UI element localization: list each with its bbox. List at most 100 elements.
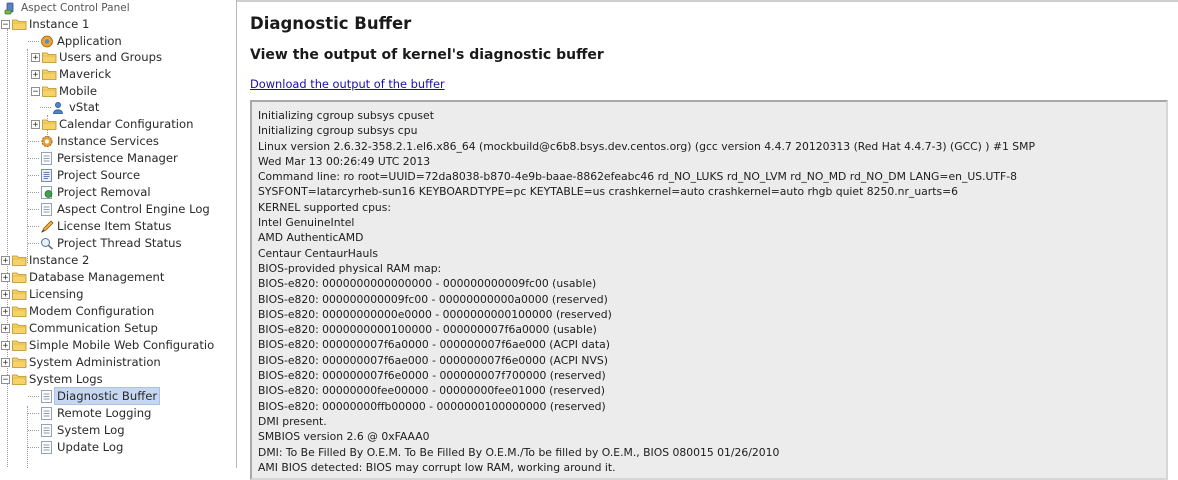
tree-item-project-source[interactable]: Project Source	[40, 167, 140, 183]
buffer-line: Linux version 2.6.32-358.2.1.el6.x86_64 …	[258, 139, 1035, 153]
tree-guide-line	[27, 49, 28, 263]
buffer-line: KERNEL supported cpus:	[258, 200, 392, 214]
tree-item-persistence-manager[interactable]: Persistence Manager	[40, 150, 178, 166]
folder-icon	[12, 254, 27, 267]
tree-guide-line	[40, 107, 51, 108]
folder-icon	[12, 271, 27, 284]
tree-item-update-log[interactable]: Update Log	[40, 439, 123, 455]
tree-item-label: System Log	[57, 423, 125, 437]
tree-item-database-management[interactable]: + Database Management	[1, 269, 164, 285]
expand-icon[interactable]: +	[1, 357, 10, 367]
removal-icon	[40, 185, 55, 199]
tree-item-communication-setup[interactable]: + Communication Setup	[1, 320, 158, 336]
expand-icon[interactable]: +	[1, 306, 10, 316]
tree-item-label: Maverick	[59, 67, 112, 81]
tree-item-aspect-control-engine-log[interactable]: Aspect Control Engine Log	[40, 201, 210, 217]
tree-item-label: Project Source	[57, 168, 141, 182]
tree-guide-line	[28, 447, 39, 448]
tree-item-simple-mobile-web-configuratio[interactable]: + Simple Mobile Web Configuratio	[1, 337, 214, 353]
expand-icon[interactable]: +	[1, 289, 10, 299]
tree-item-maverick[interactable]: + Maverick	[31, 66, 111, 82]
tree-item-mobile[interactable]: − Mobile	[31, 83, 97, 99]
tree-item-label: Diagnostic Buffer	[53, 387, 161, 405]
buffer-line: BIOS-e820: 00000000ffb00000 - 0000000100…	[258, 399, 606, 413]
buffer-line: SMBIOS version 2.6 @ 0xFAAA0	[258, 430, 430, 444]
tree-item-calendar-configuration[interactable]: + Calendar Configuration	[31, 116, 193, 132]
application-icon	[40, 35, 55, 48]
tree-item-licensing[interactable]: + Licensing	[1, 286, 84, 302]
tree-item-project-removal[interactable]: Project Removal	[40, 184, 151, 200]
tree-item-modem-configuration[interactable]: + Modem Configuration	[1, 303, 154, 319]
buffer-line: BIOS-e820: 0000000000000000 - 0000000000…	[258, 277, 597, 291]
expand-icon[interactable]: +	[31, 119, 40, 129]
source-document-icon	[40, 168, 55, 182]
tree-item-label: Remote Logging	[57, 406, 152, 420]
diagnostic-buffer-output[interactable]: Initializing cgroup subsys cpuset Initial…	[250, 100, 1168, 480]
buffer-line: Centaur CentaurHauls	[258, 246, 378, 260]
page-subtitle: View the output of kernel's diagnostic b…	[250, 47, 604, 63]
buffer-line: BIOS-e820: 000000007f6e0000 - 000000007f…	[258, 369, 606, 383]
collapse-icon[interactable]: −	[31, 86, 40, 96]
document-page-icon	[40, 202, 55, 216]
tree-item-license-item-status[interactable]: License Item Status	[40, 218, 171, 234]
folder-icon	[12, 322, 27, 335]
download-buffer-link[interactable]: Download the output of the buffer	[250, 77, 445, 91]
tree-item-instance-services[interactable]: Instance Services	[40, 133, 159, 149]
document-page-icon	[40, 151, 55, 165]
tree-guide-line	[28, 396, 39, 397]
tree-item-instance-1[interactable]: − Instance 1	[1, 16, 89, 32]
folder-icon	[42, 51, 57, 64]
expand-icon[interactable]: +	[1, 323, 10, 333]
document-page-icon	[40, 440, 55, 454]
top-border	[237, 0, 1178, 2]
tree-item-label: Update Log	[57, 440, 124, 454]
buffer-line: AMD AuthenticAMD	[258, 231, 364, 245]
tree-guide-line	[27, 406, 28, 468]
buffer-line: BIOS-provided physical RAM map:	[258, 261, 442, 275]
tree-item-label: Calendar Configuration	[59, 117, 194, 131]
tree-guide-line	[28, 192, 39, 193]
user-icon	[52, 101, 67, 114]
tree-guide-line	[7, 29, 8, 468]
tree-guide-line	[28, 41, 39, 42]
tree-item-system-log[interactable]: System Log	[40, 422, 125, 438]
tree-guide-line	[28, 175, 39, 176]
buffer-line: Initializing cgroup subsys cpuset	[258, 109, 434, 122]
tree-item-system-logs[interactable]: − System Logs	[1, 371, 103, 387]
expand-icon[interactable]: +	[1, 255, 10, 265]
buffer-line: Initializing cgroup subsys cpu	[258, 124, 418, 138]
expand-icon[interactable]: +	[1, 272, 10, 282]
tree-guide-line	[28, 243, 39, 244]
expand-icon[interactable]: +	[1, 340, 10, 350]
folder-icon	[12, 356, 27, 369]
tree-item-instance-2[interactable]: + Instance 2	[1, 252, 89, 268]
tree-item-label: Simple Mobile Web Configuratio	[29, 338, 215, 352]
services-gear-icon	[40, 135, 55, 148]
tree-item-system-administration[interactable]: + System Administration	[1, 354, 161, 370]
tree-item-diagnostic-buffer[interactable]: Diagnostic Buffer	[40, 387, 161, 405]
buffer-line: AMI BIOS detected: BIOS may corrupt low …	[258, 460, 616, 474]
expand-icon[interactable]: +	[31, 69, 40, 79]
tree-item-label: Application	[57, 34, 122, 48]
tree-item-vstat[interactable]: vStat	[52, 99, 99, 115]
tree-root-label: Aspect Control Panel	[21, 2, 130, 14]
tree-guide-line	[28, 209, 39, 210]
tree-item-users-and-groups[interactable]: + Users and Groups	[31, 49, 162, 65]
buffer-line: Intel GenuineIntel	[258, 216, 355, 230]
content-pane: Diagnostic Buffer View the output of ker…	[237, 0, 1178, 480]
tree-item-remote-logging[interactable]: Remote Logging	[40, 405, 151, 421]
tree-item-label: Users and Groups	[59, 50, 162, 64]
tree-item-application[interactable]: Application	[40, 33, 122, 49]
buffer-line: BIOS-e820: 00000000fee00000 - 00000000fe…	[258, 384, 605, 398]
collapse-icon[interactable]: −	[1, 19, 10, 29]
buffer-line: DMI: To Be Filled By O.E.M. To Be Filled…	[258, 445, 780, 459]
tree-guide-line	[28, 226, 39, 227]
collapse-icon[interactable]: −	[1, 374, 10, 384]
tree-root[interactable]: Aspect Control Panel	[4, 0, 130, 16]
tree-item-label: Licensing	[29, 287, 84, 301]
expand-icon[interactable]: +	[31, 52, 40, 62]
tree-item-label: Modem Configuration	[29, 304, 155, 318]
control-panel-icon	[4, 2, 19, 15]
tree-item-label: Communication Setup	[29, 321, 158, 335]
tree-item-project-thread-status[interactable]: Project Thread Status	[40, 235, 182, 251]
